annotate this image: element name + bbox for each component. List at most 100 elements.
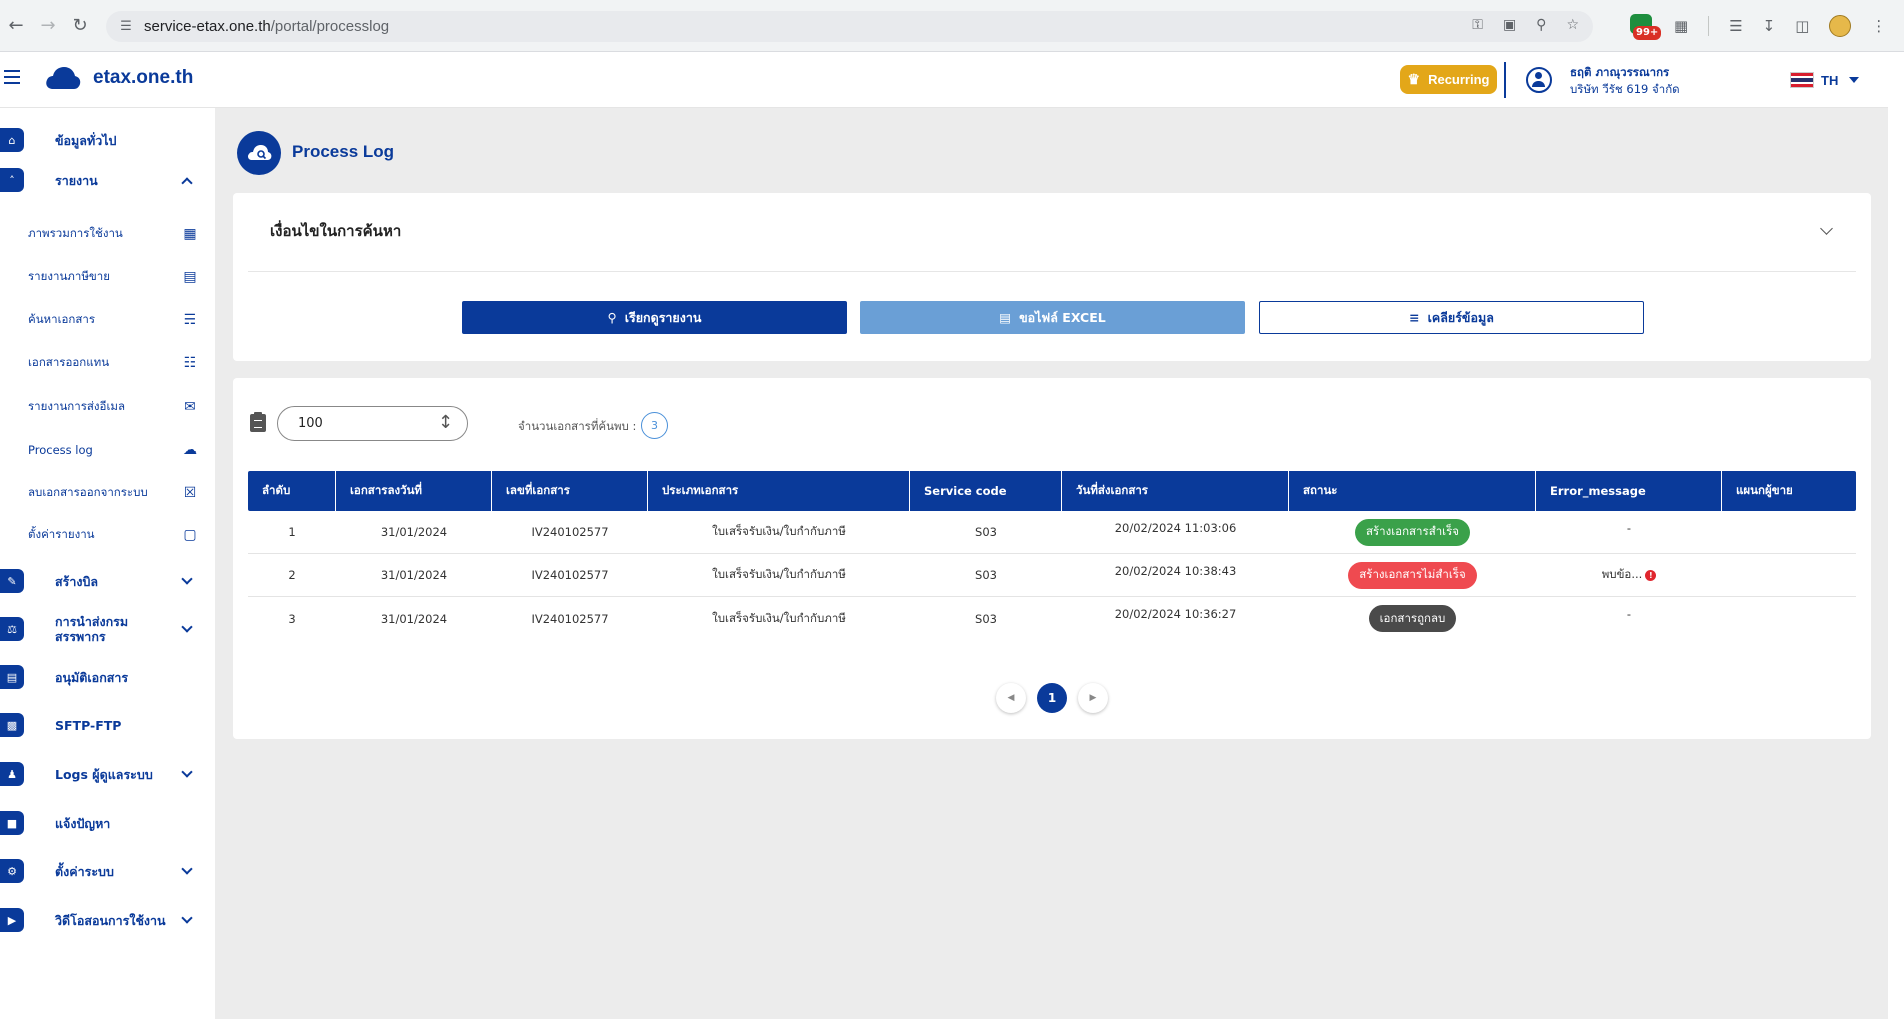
app-logo-text[interactable]: etax.one.th: [93, 67, 193, 89]
results-panel: 100 ↕ จำนวนเอกสารที่ค้นพบ : 3 ลำดับ เอกส…: [233, 378, 1871, 739]
page-title: Process Log: [292, 142, 395, 161]
pagination: ◀ 1 ▶: [233, 683, 1871, 713]
language-selector[interactable]: TH: [1790, 72, 1860, 88]
view-report-button[interactable]: ⚲ เรียกดูรายงาน: [462, 301, 847, 334]
sidebar-item-label-line1: การนำส่งกรม: [55, 614, 129, 629]
menu-icon[interactable]: [4, 70, 20, 88]
error-alert-icon[interactable]: !: [1645, 569, 1657, 581]
column-header[interactable]: แผนกผู้ขาย: [1722, 471, 1856, 511]
thai-flag-icon: [1790, 72, 1814, 88]
search-doc-icon: ☴: [183, 312, 197, 328]
clipboard-icon: ☷: [183, 355, 197, 371]
site-info-icon[interactable]: ☰: [114, 19, 138, 34]
user-account-icon[interactable]: [1526, 67, 1552, 93]
extensions-puzzle-icon[interactable]: ▦: [1674, 17, 1688, 35]
sidebar-sub-report-settings[interactable]: ตั้งค่ารายงาน ▢: [0, 521, 215, 549]
sidebar-item-create-bill[interactable]: ✎ สร้างบิล: [0, 563, 215, 599]
reload-icon[interactable]: ↻: [64, 10, 96, 42]
up-down-arrows-icon: ↕: [438, 412, 454, 433]
search-conditions-heading[interactable]: เงื่อนไขในการค้นหา: [270, 219, 401, 243]
clipboard-list-icon: [250, 412, 266, 432]
sidebar-sub-sales-tax[interactable]: รายงานภาษีขาย ▤: [0, 263, 215, 291]
user-company: บริษัท วีรัช 619 จำกัด: [1570, 82, 1680, 96]
admin-icon: ♟: [0, 762, 24, 786]
sidebar-item-settings[interactable]: ⚙ ตั้งค่าระบบ: [0, 853, 215, 889]
bookmark-star-icon[interactable]: ☆: [1566, 17, 1579, 33]
clear-lines-icon: ≡: [1409, 310, 1420, 325]
sidebar-sub-label: ตั้งค่ารายงาน: [28, 527, 95, 541]
sidebar-item-approve-docs[interactable]: ▤ อนุมัติเอกสาร: [0, 659, 215, 695]
user-name[interactable]: ธฤติ ภาณุวรรณากร: [1570, 64, 1669, 82]
column-header[interactable]: Service code: [910, 471, 1062, 511]
sidebar-item-label: SFTP-FTP: [55, 717, 122, 733]
sidebar-item-sftp[interactable]: ▩ SFTP-FTP: [0, 707, 215, 743]
sidebar-item-general[interactable]: ⌂ ข้อมูลทั่วไป: [0, 122, 215, 158]
clear-data-label: เคลียร์ข้อมูล: [1427, 309, 1494, 325]
sidebar-item-label: ข้อมูลทั่วไป: [55, 132, 117, 148]
sidebar-sub-delete-docs[interactable]: ลบเอกสารออกจากระบบ ☒: [0, 479, 215, 507]
address-bar[interactable]: ☰ service-etax.one.th/portal/processlog …: [106, 11, 1593, 42]
home-icon: ⌂: [0, 128, 24, 152]
sidebar-sub-replacement-docs[interactable]: เอกสารออกแทน ☷: [0, 349, 215, 377]
profile-avatar[interactable]: [1829, 15, 1852, 37]
sidebar-sub-label: ลบเอกสารออกจากระบบ: [28, 485, 148, 499]
back-arrow-icon[interactable]: ←: [0, 10, 32, 42]
sidebar-sub-label: เอกสารออกแทน: [28, 355, 110, 369]
excel-file-icon: ▤: [999, 310, 1012, 325]
sidebar-item-label: สร้างบิล: [55, 573, 99, 589]
chevron-up-icon: ˄: [0, 168, 24, 192]
column-header[interactable]: เลขที่เอกสาร: [492, 471, 648, 511]
next-page-icon[interactable]: ▶: [1078, 683, 1108, 713]
side-panel-icon[interactable]: ◫: [1795, 17, 1809, 35]
page-size-select[interactable]: 100 ↕: [277, 406, 468, 441]
table-row[interactable]: 1 31/01/2024 IV240102577 ใบเสร็จรับเงิน/…: [248, 511, 1856, 554]
recurring-button[interactable]: ♛ Recurring: [1400, 65, 1497, 94]
sidebar-item-report-issue[interactable]: ■ แจ้งปัญหา: [0, 805, 215, 841]
download-icon[interactable]: ↧: [1763, 17, 1776, 35]
sidebar-item-admin-logs[interactable]: ♟ Logs ผู้ดูแลระบบ: [0, 756, 215, 792]
error-message-cell[interactable]: พบข้อ... !: [1536, 554, 1722, 596]
column-header[interactable]: Error_message: [1536, 471, 1722, 511]
error-message: พบข้อ...: [1601, 567, 1643, 581]
caret-down-icon: [1849, 77, 1860, 83]
table-row[interactable]: 2 31/01/2024 IV240102577 ใบเสร็จรับเงิน/…: [248, 554, 1856, 597]
cloud-search-icon: ☁: [183, 442, 197, 458]
chart-icon: ▦: [183, 226, 197, 242]
sidebar-item-reports[interactable]: ˄ รายงาน: [0, 162, 215, 198]
key-icon[interactable]: ⚿: [1472, 17, 1483, 33]
install-icon[interactable]: ▣: [1503, 17, 1516, 33]
sidebar-sub-label: รายงานการส่งอีเมล: [28, 399, 126, 413]
column-header[interactable]: เอกสารลงวันที่: [336, 471, 492, 511]
sidebar-sub-search-docs[interactable]: ค้นหาเอกสาร ☴: [0, 306, 215, 334]
trash-icon: ☒: [183, 485, 197, 501]
clear-data-button[interactable]: ≡ เคลียร์ข้อมูล: [1259, 301, 1644, 334]
column-header[interactable]: ลำดับ: [248, 471, 336, 511]
extension-badge-icon[interactable]: 99+: [1630, 14, 1662, 40]
forward-arrow-icon[interactable]: →: [32, 10, 64, 42]
sidebar-item-tutorial-videos[interactable]: ▶ วิดีโอสอนการใช้งาน: [0, 902, 215, 938]
previous-page-icon[interactable]: ◀: [996, 683, 1026, 713]
seller-department: [1722, 554, 1856, 596]
seller-department: [1722, 511, 1856, 553]
sidebar-sub-process-log[interactable]: Process log ☁: [0, 436, 215, 464]
page-number-current[interactable]: 1: [1037, 683, 1067, 713]
chevron-down-icon[interactable]: [1820, 222, 1833, 235]
chrome-menu-icon[interactable]: ⋮: [1871, 17, 1886, 35]
column-header[interactable]: สถานะ: [1289, 471, 1536, 511]
column-header[interactable]: ประเภทเอกสาร: [648, 471, 910, 511]
media-queue-icon[interactable]: ☰: [1729, 17, 1742, 35]
zoom-icon[interactable]: ⚲: [1536, 17, 1546, 33]
sidebar-sub-email-report[interactable]: รายงานการส่งอีเมล ✉: [0, 393, 215, 421]
sidebar-item-label: แจ้งปัญหา: [55, 815, 111, 831]
request-excel-button[interactable]: ▤ ขอไฟล์ EXCEL: [860, 301, 1245, 334]
column-header[interactable]: วันที่ส่งเอกสาร: [1062, 471, 1289, 511]
page-size-value: 100: [298, 416, 323, 431]
status-badge: เอกสารถูกลบ: [1368, 605, 1457, 632]
sent-date: 20/02/2024 11:03:06: [1114, 521, 1237, 535]
sidebar-item-revenue-dept[interactable]: ⚖ การนำส่งกรม สรรพากร: [0, 611, 215, 647]
table-row[interactable]: 3 31/01/2024 IV240102577 ใบเสร็จรับเงิน/…: [248, 597, 1856, 640]
sidebar-sub-label: Process log: [28, 443, 93, 457]
sidebar-sub-overview[interactable]: ภาพรวมการใช้งาน ▦: [0, 220, 215, 248]
cloud-search-icon: [237, 131, 281, 175]
page-scrollbar[interactable]: [1888, 52, 1904, 1019]
